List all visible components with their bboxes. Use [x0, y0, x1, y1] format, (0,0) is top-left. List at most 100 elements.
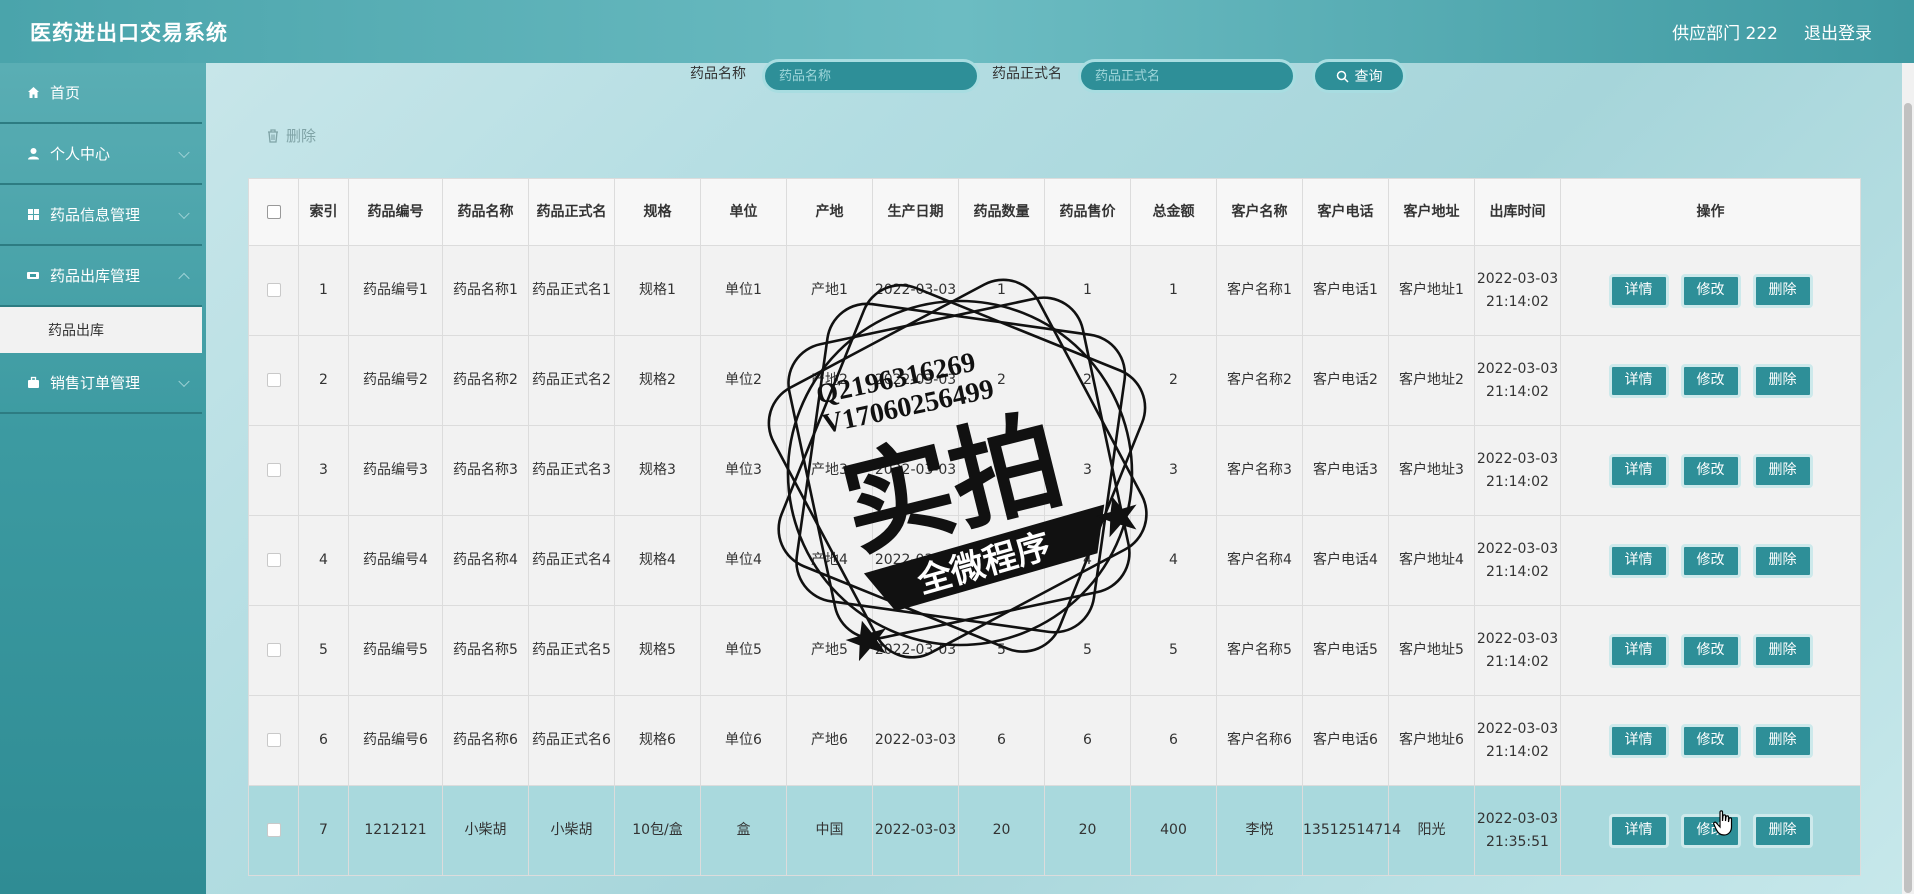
delete-button[interactable]: 删除	[1752, 273, 1813, 308]
row-select-cell[interactable]	[248, 695, 299, 786]
edit-button[interactable]: 修改	[1680, 363, 1741, 398]
col-header: 客户地址	[1388, 178, 1475, 246]
detail-button[interactable]: 详情	[1608, 273, 1669, 308]
cell-phone: 13512514714	[1302, 785, 1401, 876]
cell-address: 阳光	[1388, 785, 1475, 876]
edit-button[interactable]: 修改	[1680, 723, 1741, 758]
cell-customer: 客户名称2	[1216, 335, 1303, 426]
col-header: 生产日期	[872, 178, 959, 246]
query-button[interactable]: 查询	[1312, 59, 1406, 93]
row-select-cell[interactable]	[248, 425, 299, 516]
table-row: 3 药品编号3 药品名称3 药品正式名3 规格3 单位3 产地3 2022-03-03 3 3 3 客…	[248, 425, 1861, 516]
delete-button[interactable]: 删除	[1752, 813, 1813, 848]
sidebar-item-label: 个人中心	[50, 145, 111, 163]
cell-spec: 规格4	[614, 515, 701, 606]
detail-button[interactable]: 详情	[1608, 813, 1669, 848]
sidebar-item-drug-info[interactable]: 药品信息管理	[0, 185, 202, 246]
row-checkbox[interactable]	[266, 823, 281, 837]
cell-address: 客户地址6	[1388, 695, 1475, 786]
cell-address: 客户地址2	[1388, 335, 1475, 426]
edit-button[interactable]: 修改	[1680, 543, 1741, 578]
edit-button[interactable]: 修改	[1680, 273, 1741, 308]
cell-qty: 1	[958, 245, 1045, 336]
row-select-cell[interactable]	[248, 245, 299, 336]
cell-index: 4	[298, 515, 349, 606]
scrollbar-thumb[interactable]	[1904, 103, 1912, 893]
cell-price: 4	[1044, 515, 1131, 606]
table-row: 2 药品编号2 药品名称2 药品正式名2 规格2 单位2 产地2 2022-03-03 2 2 2 客…	[248, 335, 1861, 426]
cell-code: 1212121	[348, 785, 443, 876]
row-checkbox[interactable]	[266, 463, 281, 477]
detail-button[interactable]: 详情	[1608, 723, 1669, 758]
cell-total: 400	[1130, 785, 1217, 876]
cell-code: 药品编号1	[348, 245, 443, 336]
sidebar-item-drug-outbound[interactable]: 药品出库管理	[0, 246, 202, 307]
sidebar-subitem-label: 药品出库	[48, 323, 104, 339]
logout-link[interactable]: 退出登录	[1804, 19, 1872, 44]
col-header: 客户名称	[1216, 178, 1303, 246]
col-header: 总金额	[1130, 178, 1217, 246]
delete-button[interactable]: 删除	[1752, 723, 1813, 758]
row-select-cell[interactable]	[248, 785, 299, 876]
cell-origin: 产地2	[786, 335, 873, 426]
cell-phone: 客户电话4	[1302, 515, 1389, 606]
cell-unit: 单位2	[700, 335, 787, 426]
cell-name: 药品名称3	[442, 425, 529, 516]
drug-formal-name-search-input[interactable]	[1078, 59, 1296, 93]
chevron-down-icon	[178, 146, 190, 158]
select-all-header[interactable]	[248, 178, 299, 246]
detail-button[interactable]: 详情	[1608, 633, 1669, 668]
sidebar-item-home[interactable]: 首页	[0, 63, 202, 124]
sidebar-subitem-drug-outbound[interactable]: 药品出库	[0, 307, 202, 353]
cell-origin: 产地1	[786, 245, 873, 336]
cell-index: 3	[298, 425, 349, 516]
row-select-cell[interactable]	[248, 335, 299, 426]
table-row: 5 药品编号5 药品名称5 药品正式名5 规格5 单位5 产地5 2022-03-03 5 5 5 客…	[248, 605, 1861, 696]
cell-index: 1	[298, 245, 349, 336]
cell-spec: 规格1	[614, 245, 701, 336]
sidebar-item-sales-orders[interactable]: 销售订单管理	[0, 353, 202, 414]
cell-out_time: 2022-03-03 21:14:02	[1474, 515, 1561, 606]
cell-phone: 客户电话1	[1302, 245, 1389, 336]
cell-index: 5	[298, 605, 349, 696]
row-select-cell[interactable]	[248, 515, 299, 606]
row-checkbox[interactable]	[266, 643, 281, 657]
row-checkbox[interactable]	[266, 553, 281, 567]
col-header: 索引	[298, 178, 349, 246]
cell-qty: 3	[958, 425, 1045, 516]
cell-formal: 药品正式名1	[528, 245, 615, 336]
detail-button[interactable]: 详情	[1608, 453, 1669, 488]
batch-delete-button[interactable]: 删除	[266, 125, 316, 146]
row-select-cell[interactable]	[248, 605, 299, 696]
row-checkbox[interactable]	[266, 373, 281, 387]
row-checkbox[interactable]	[266, 733, 281, 747]
detail-button[interactable]: 详情	[1608, 363, 1669, 398]
cell-spec: 规格5	[614, 605, 701, 696]
row-checkbox[interactable]	[266, 283, 281, 297]
drug-name-label: 药品名称	[690, 66, 746, 82]
col-header: 产地	[786, 178, 873, 246]
cell-out_time: 2022-03-03 21:14:02	[1474, 695, 1561, 786]
edit-button[interactable]: 修改	[1680, 453, 1741, 488]
cell-spec: 10包/盒	[614, 785, 701, 876]
cell-origin: 产地6	[786, 695, 873, 786]
sidebar-item-label: 首页	[50, 84, 81, 102]
page-scrollbar[interactable]	[1902, 63, 1914, 894]
col-header: 药品名称	[442, 178, 529, 246]
delete-button[interactable]: 删除	[1752, 363, 1813, 398]
cell-name: 药品名称2	[442, 335, 529, 426]
delete-button[interactable]: 删除	[1752, 543, 1813, 578]
delete-button[interactable]: 删除	[1752, 633, 1813, 668]
select-all-checkbox[interactable]	[266, 204, 281, 219]
cell-total: 4	[1130, 515, 1217, 606]
detail-button[interactable]: 详情	[1608, 543, 1669, 578]
cell-unit: 单位5	[700, 605, 787, 696]
delete-button[interactable]: 删除	[1752, 453, 1813, 488]
cell-index: 7	[298, 785, 349, 876]
app-title: 医药进出口交易系统	[30, 20, 228, 45]
sidebar-item-profile[interactable]: 个人中心	[0, 124, 202, 185]
batch-delete-label: 删除	[286, 127, 317, 145]
edit-button[interactable]: 修改	[1680, 813, 1741, 848]
edit-button[interactable]: 修改	[1680, 633, 1741, 668]
drug-name-search-input[interactable]	[762, 59, 980, 93]
